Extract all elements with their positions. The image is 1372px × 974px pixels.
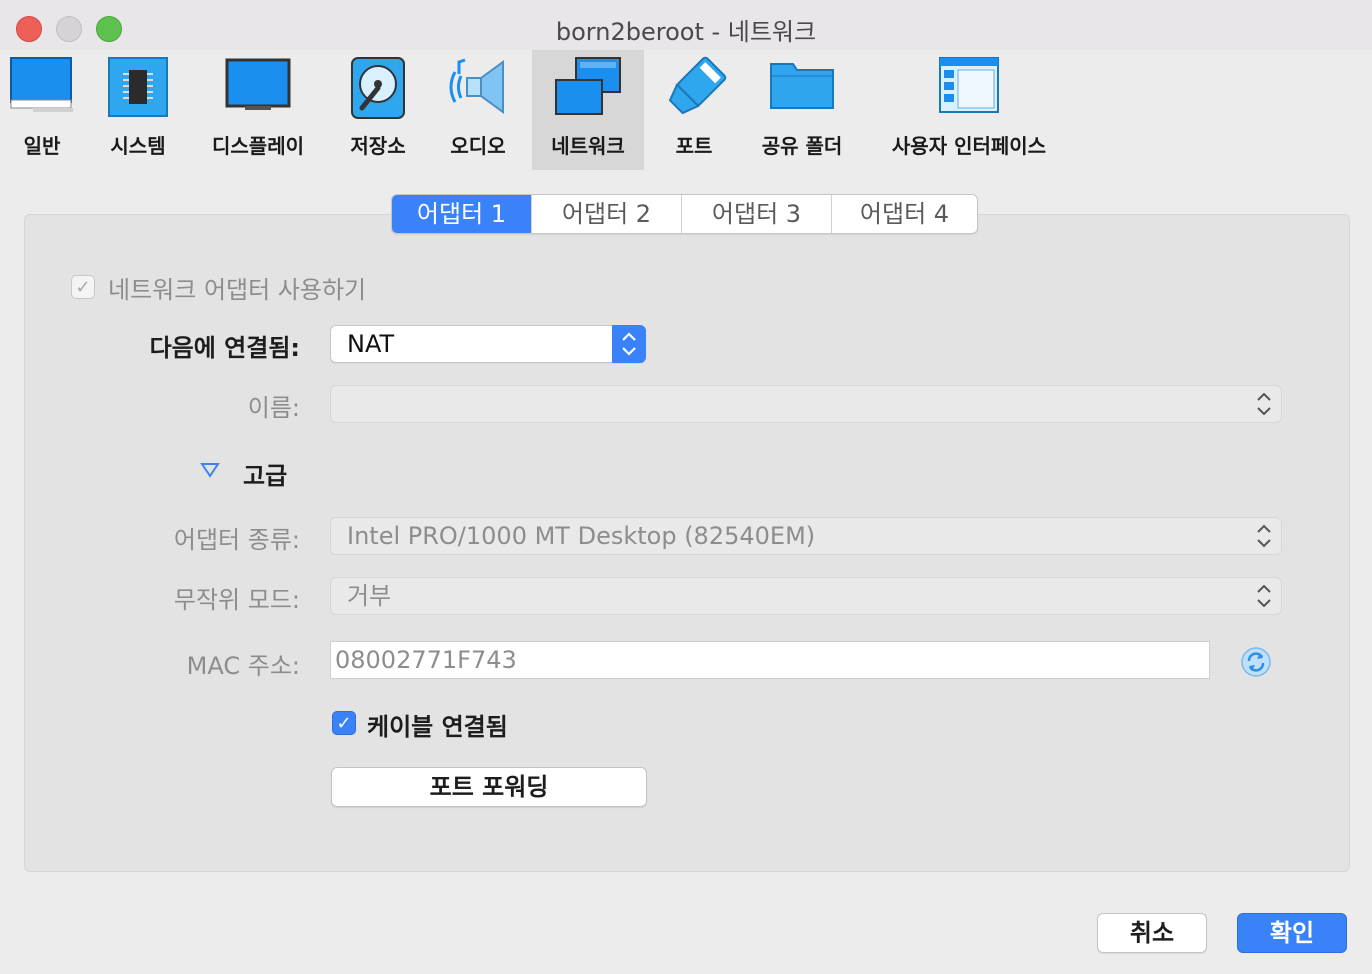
adapter-type-value: Intel PRO/1000 MT Desktop (82540EM): [347, 522, 816, 550]
attached-to-label: 다음에 연결됨:: [149, 334, 300, 362]
folder-icon: [769, 56, 835, 116]
mac-address-label: MAC 주소:: [186, 652, 300, 680]
promiscuous-mode-select[interactable]: 거부: [330, 577, 1282, 615]
adapter-type-select[interactable]: Intel PRO/1000 MT Desktop (82540EM): [330, 517, 1282, 555]
toolbar-item-user-interface[interactable]: 사용자 인터페이스: [876, 50, 1062, 170]
port-forwarding-button[interactable]: 포트 포워딩: [331, 767, 647, 807]
toolbar-item-shared-folders[interactable]: 공유 폴더: [752, 50, 852, 170]
chip-icon: [107, 56, 169, 122]
adapter-type-label: 어댑터 종류:: [173, 526, 300, 554]
toolbar-item-label: 일반: [23, 134, 61, 158]
toolbar-item-audio[interactable]: 오디오: [436, 50, 520, 170]
toolbar-item-label: 포트: [675, 134, 713, 158]
toolbar-item-label: 저장소: [350, 134, 406, 158]
toolbar-item-label: 네트워크: [551, 134, 625, 158]
toolbar-item-ports[interactable]: 포트: [652, 50, 736, 170]
toolbar-item-label: 공유 폴더: [761, 134, 843, 158]
enable-adapter-label: 네트워크 어댑터 사용하기: [108, 276, 367, 304]
toolbar-item-label: 디스플레이: [212, 134, 304, 158]
promiscuous-mode-label: 무작위 모드:: [173, 586, 300, 614]
tab-adapter-3[interactable]: 어댑터 3: [682, 195, 832, 233]
general-icon: [9, 56, 75, 118]
refresh-icon[interactable]: [1240, 646, 1272, 678]
toolbar-item-label: 사용자 인터페이스: [891, 134, 1047, 158]
port-icon: [661, 56, 727, 126]
display-icon: [225, 56, 291, 118]
speaker-icon: [445, 56, 511, 122]
toolbar-item-label: 시스템: [110, 134, 166, 158]
tab-adapter-2[interactable]: 어댑터 2: [532, 195, 682, 233]
chevron-updown-icon: [1257, 584, 1271, 608]
toolbar-item-system[interactable]: 시스템: [96, 50, 180, 170]
mac-address-value: 08002771F743: [335, 646, 517, 674]
network-icon: [554, 56, 622, 122]
settings-toolbar: 일반 시스템 디스플레이 저장소 오디오 네트워크 포트 공유 폴더 사용자 인…: [0, 50, 1372, 172]
attached-to-value: NAT: [347, 330, 395, 358]
ok-button[interactable]: 확인: [1237, 913, 1347, 953]
storage-icon: [350, 56, 406, 124]
toolbar-item-general[interactable]: 일반: [0, 50, 84, 170]
toolbar-item-display[interactable]: 디스플레이: [200, 50, 316, 170]
cable-connected-checkbox[interactable]: ✓: [332, 711, 356, 735]
mac-address-field[interactable]: 08002771F743: [330, 641, 1210, 679]
tab-adapter-1[interactable]: 어댑터 1: [392, 195, 532, 233]
attached-to-select[interactable]: NAT: [330, 325, 646, 363]
toolbar-item-network[interactable]: 네트워크: [532, 50, 644, 170]
name-select[interactable]: [330, 385, 1282, 423]
chevron-updown-icon: [1257, 524, 1271, 548]
disclosure-triangle-icon[interactable]: [200, 462, 220, 478]
toolbar-item-label: 오디오: [450, 134, 506, 158]
promiscuous-mode-value: 거부: [347, 582, 392, 610]
advanced-section-title[interactable]: 고급: [243, 456, 287, 491]
window-title: born2beroot - 네트워크: [555, 18, 817, 46]
name-label: 이름:: [247, 394, 300, 422]
enable-adapter-checkbox[interactable]: ✓: [71, 275, 95, 299]
ui-icon: [938, 56, 1000, 120]
chevron-updown-icon: [1257, 392, 1271, 416]
title-bar: born2beroot - 네트워크: [0, 0, 1372, 50]
toolbar-item-storage[interactable]: 저장소: [338, 50, 418, 170]
tab-adapter-4[interactable]: 어댑터 4: [832, 195, 977, 233]
cable-connected-label: 케이블 연결됨: [367, 713, 508, 741]
select-stepper: [612, 325, 646, 363]
adapter-tabs: 어댑터 1 어댑터 2 어댑터 3 어댑터 4: [391, 194, 978, 234]
cancel-button[interactable]: 취소: [1097, 913, 1207, 953]
chevron-updown-icon: [622, 332, 636, 356]
